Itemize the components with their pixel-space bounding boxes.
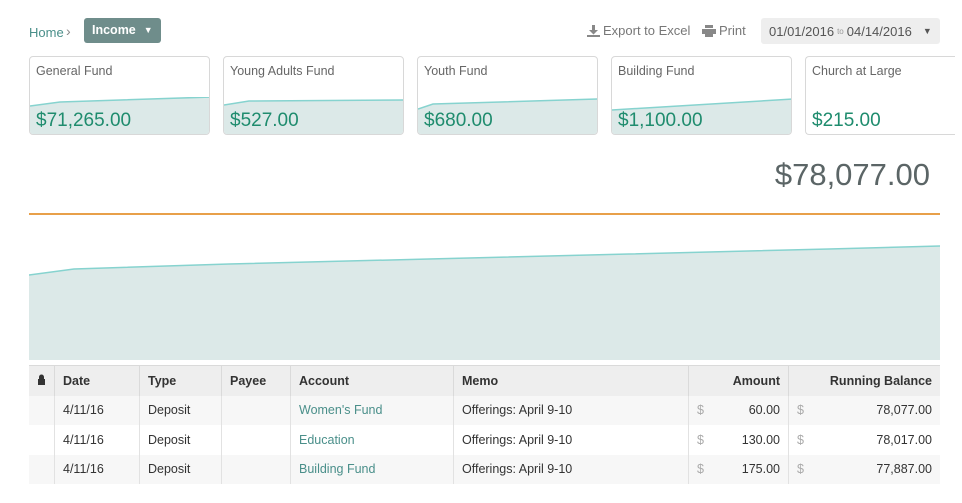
- download-icon: [587, 24, 600, 37]
- memo-cell: Offerings: April 9-10: [453, 425, 689, 455]
- balance-cell: $78,017.00: [789, 425, 941, 455]
- fund-card-young-adults[interactable]: Young Adults Fund $527.00: [223, 56, 404, 135]
- date-to: 04/14/2016: [846, 23, 912, 39]
- amount-value: 175.00: [741, 462, 780, 477]
- currency-symbol: $: [797, 403, 804, 418]
- transactions-table: Date Type Payee Account Memo Amount Runn…: [29, 365, 940, 484]
- date-cell: 4/11/16: [54, 425, 140, 455]
- fund-name: Young Adults Fund: [230, 64, 335, 78]
- total-amount: $78,077.00: [774, 157, 930, 192]
- date-range-picker[interactable]: 01/01/2016 to 04/14/2016 ▼: [761, 18, 940, 44]
- fund-name: General Fund: [36, 64, 113, 78]
- balance-value: 78,077.00: [876, 403, 932, 418]
- lock-cell: [29, 454, 55, 484]
- amount-value: 60.00: [748, 403, 780, 418]
- balance-cell: $77,887.00: [789, 455, 941, 485]
- balance-column-header[interactable]: Running Balance: [788, 365, 940, 396]
- fund-amount: $215.00: [812, 110, 881, 131]
- fund-card-building[interactable]: Building Fund $1,100.00: [611, 56, 792, 135]
- payee-cell: [221, 395, 291, 425]
- balance-value: 77,887.00: [876, 462, 932, 477]
- fund-name: Building Fund: [618, 64, 695, 78]
- printer-icon: [702, 24, 716, 37]
- date-cell: 4/11/16: [54, 454, 140, 484]
- lock-cell: [29, 395, 55, 425]
- type-cell: Deposit: [139, 395, 222, 425]
- currency-symbol: $: [697, 403, 704, 418]
- fund-amount: $1,100.00: [618, 110, 703, 131]
- print-button[interactable]: Print: [702, 23, 746, 38]
- fund-name: Youth Fund: [424, 64, 488, 78]
- memo-column-header[interactable]: Memo: [453, 365, 689, 396]
- memo-cell: Offerings: April 9-10: [453, 454, 689, 484]
- balance-value: 78,017.00: [876, 432, 932, 447]
- section-dropdown[interactable]: Income ▼: [84, 18, 161, 43]
- amount-cell: $60.00: [688, 395, 789, 425]
- fund-amount: $71,265.00: [36, 110, 132, 131]
- fund-card-youth[interactable]: Youth Fund $680.00: [417, 56, 598, 135]
- balance-cell: $78,077.00: [789, 396, 941, 426]
- currency-symbol: $: [697, 432, 704, 447]
- currency-symbol: $: [697, 462, 704, 477]
- fund-amount: $527.00: [230, 110, 299, 131]
- chevron-right-icon: ›: [66, 23, 71, 39]
- account-link[interactable]: Education: [299, 433, 355, 447]
- lock-icon: [38, 374, 45, 385]
- lock-cell: [29, 425, 55, 455]
- account-link[interactable]: Building Fund: [299, 462, 375, 476]
- type-column-header[interactable]: Type: [139, 365, 222, 396]
- income-area-chart: [29, 245, 940, 360]
- breadcrumb-home[interactable]: Home: [29, 25, 64, 40]
- fund-card-general[interactable]: General Fund $71,265.00: [29, 56, 210, 135]
- table-row[interactable]: 4/11/16 Deposit Women's Fund Offerings: …: [29, 395, 941, 426]
- date-from: 01/01/2016: [769, 23, 835, 39]
- export-label: Export to Excel: [603, 23, 691, 38]
- account-cell: Women's Fund: [290, 395, 454, 425]
- fund-amount: $680.00: [424, 110, 493, 131]
- amount-column-header[interactable]: Amount: [688, 365, 789, 396]
- account-link[interactable]: Women's Fund: [299, 403, 382, 417]
- payee-column-header[interactable]: Payee: [221, 365, 291, 396]
- table-row[interactable]: 4/11/16 Deposit Education Offerings: Apr…: [29, 425, 940, 455]
- payee-cell: [221, 454, 291, 484]
- lock-column-header[interactable]: [29, 365, 55, 396]
- amount-value: 130.00: [741, 432, 780, 447]
- divider: [29, 213, 940, 215]
- payee-cell: [221, 425, 291, 455]
- account-cell: Education: [290, 425, 454, 455]
- print-label: Print: [719, 23, 746, 38]
- type-cell: Deposit: [139, 425, 222, 455]
- amount-cell: $130.00: [688, 425, 789, 455]
- currency-symbol: $: [797, 432, 804, 447]
- date-cell: 4/11/16: [54, 395, 140, 425]
- caret-down-icon: ▼: [922, 26, 932, 36]
- caret-down-icon: ▼: [143, 25, 153, 35]
- fund-name: Church at Large: [812, 64, 902, 78]
- table-header-row: Date Type Payee Account Memo Amount Runn…: [29, 365, 940, 396]
- currency-symbol: $: [797, 462, 804, 477]
- type-cell: Deposit: [139, 454, 222, 484]
- date-to-word: to: [837, 26, 844, 36]
- account-column-header[interactable]: Account: [290, 365, 454, 396]
- account-cell: Building Fund: [290, 454, 454, 484]
- amount-cell: $175.00: [688, 454, 789, 484]
- export-to-excel-button[interactable]: Export to Excel: [587, 23, 690, 38]
- memo-cell: Offerings: April 9-10: [453, 395, 689, 425]
- section-dropdown-label: Income: [92, 23, 136, 37]
- date-column-header[interactable]: Date: [54, 365, 140, 396]
- fund-card-church-at-large[interactable]: Church at Large $215.00: [805, 56, 955, 135]
- table-row[interactable]: 4/11/16 Deposit Building Fund Offerings:…: [29, 454, 941, 485]
